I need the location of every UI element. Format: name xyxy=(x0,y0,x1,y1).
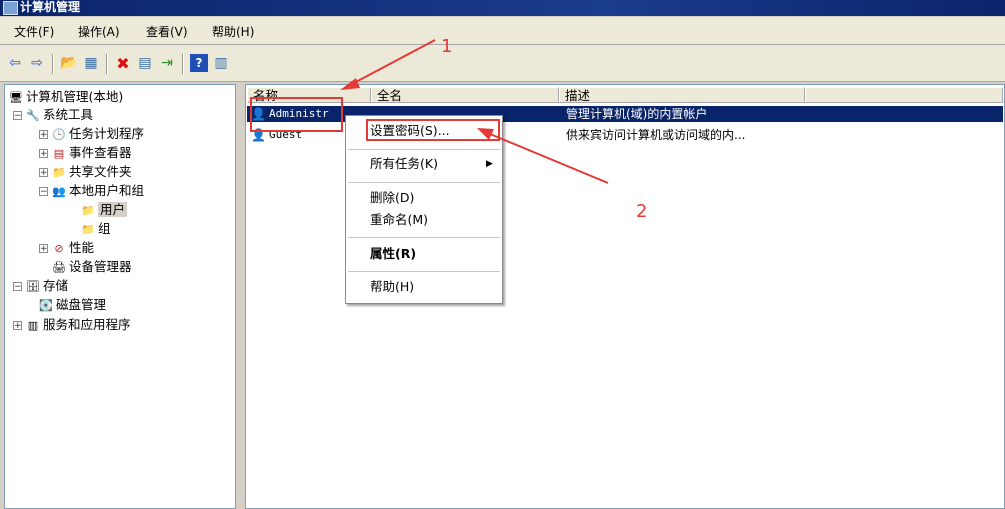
annotation-arrows xyxy=(340,39,609,184)
arrow-2-head xyxy=(477,128,494,140)
arrow-1-line xyxy=(351,39,436,85)
arrow-1-head xyxy=(340,78,360,90)
arrow-2-line xyxy=(489,133,609,184)
